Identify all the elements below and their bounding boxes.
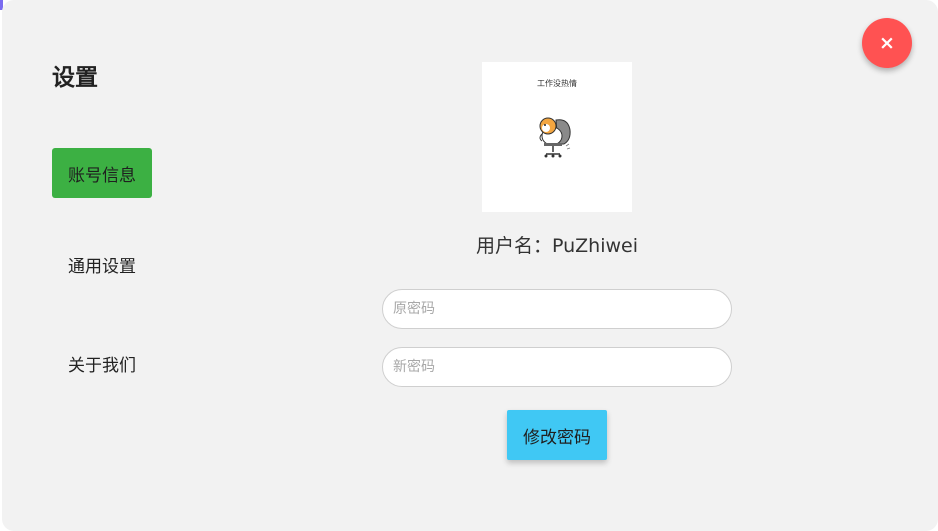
sidebar-item-about-us[interactable]: 关于我们 [52, 338, 152, 388]
new-password-input[interactable] [382, 347, 732, 387]
settings-dialog: × 设置 账号信息 通用设置 关于我们 工作没热情 用户名：PuZhiwei 修… [2, 0, 938, 531]
change-password-label: 修改密码 [523, 427, 591, 448]
sidebar-item-label: 账号信息 [68, 165, 136, 186]
page-title: 设置 [52, 65, 98, 91]
close-button[interactable]: × [862, 18, 912, 68]
username-display: 用户名：PuZhiwei [475, 235, 638, 257]
close-icon: × [879, 32, 895, 54]
sticker-avatar-image [539, 117, 571, 158]
sidebar-item-label: 通用设置 [68, 256, 136, 277]
sidebar-item-label: 关于我们 [68, 355, 136, 376]
sidebar-item-account-info[interactable]: 账号信息 [52, 148, 152, 198]
sidebar-item-general-settings[interactable]: 通用设置 [52, 239, 152, 289]
avatar-caption: 工作没热情 [537, 79, 577, 88]
change-password-button[interactable]: 修改密码 [507, 410, 607, 460]
old-password-input[interactable] [382, 289, 732, 329]
avatar: 工作没热情 [482, 62, 632, 212]
